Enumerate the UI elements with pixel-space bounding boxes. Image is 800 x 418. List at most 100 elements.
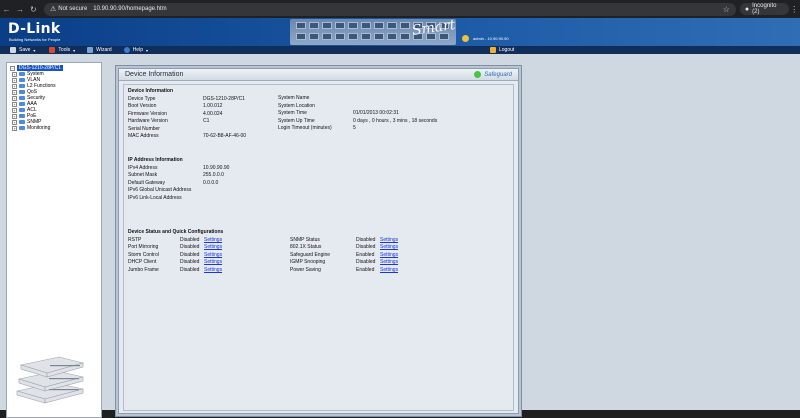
expand-icon[interactable]: + bbox=[12, 125, 17, 131]
bookmark-star-icon[interactable]: ☆ bbox=[723, 5, 730, 14]
tools-menu[interactable]: Tools ▾ bbox=[49, 47, 75, 53]
info-label: IPv6 Global Unicast Address bbox=[128, 187, 192, 194]
help-menu[interactable]: Help ▾ bbox=[123, 47, 148, 53]
user-info: admin - 10.90.90.90 bbox=[462, 35, 509, 42]
not-secure-label[interactable]: Not secure bbox=[58, 6, 87, 12]
info-value: 0 days , 0 hours , 3 mins , 18 seconds bbox=[353, 117, 438, 124]
info-label: Firmware Version bbox=[128, 110, 167, 117]
incognito-label: Incognito (2) bbox=[752, 3, 777, 15]
folder-icon bbox=[19, 114, 25, 118]
expand-icon[interactable]: + bbox=[12, 95, 17, 101]
status-row: Port Mirroring Disabled Settings bbox=[128, 244, 290, 252]
section-title: Device Status and Quick Configurations bbox=[128, 229, 224, 235]
status-state: Disabled bbox=[180, 251, 200, 258]
wizard-menu[interactable]: Wizard bbox=[87, 47, 112, 53]
status-left: RSTP Disabled Settings Port Mirroring Disabl… bbox=[128, 236, 290, 274]
switch-web-ui: D-Link Building Networks for People Smar… bbox=[0, 17, 800, 418]
info-label: System Name bbox=[278, 95, 310, 102]
port-icon bbox=[335, 22, 345, 29]
info-row: System Up Time 0 days , 0 hours , 3 mins … bbox=[278, 117, 443, 125]
status-label: Power Saving bbox=[290, 266, 321, 273]
status-state: Disabled bbox=[356, 259, 376, 266]
settings-link[interactable]: Settings bbox=[204, 237, 290, 243]
device-info-right: System Name System Location System Time 01/… bbox=[278, 95, 443, 133]
help-menu-label: Help bbox=[132, 47, 143, 53]
status-label: DHCP Client bbox=[128, 259, 157, 266]
port-icon bbox=[322, 33, 332, 40]
info-label: Subnet Mask bbox=[128, 172, 158, 179]
browser-menu-icon[interactable]: ⋮ bbox=[789, 5, 800, 14]
info-value: C1 bbox=[203, 118, 210, 125]
tree-node[interactable]: + Monitoring bbox=[10, 125, 101, 131]
folder-icon bbox=[19, 102, 25, 106]
info-value: 0.0.0.0 bbox=[203, 179, 219, 186]
info-label: IPv6 Link-Local Address bbox=[128, 194, 182, 201]
settings-link[interactable]: Settings bbox=[204, 259, 290, 265]
logout-button[interactable]: Logout bbox=[490, 47, 514, 53]
expand-icon[interactable]: + bbox=[12, 71, 17, 77]
port-icon bbox=[335, 33, 345, 40]
ip-info-section: IP Address Information IPv4 Address 10.90… bbox=[128, 157, 278, 202]
status-row: Storm Control Disabled Settings bbox=[128, 251, 290, 259]
info-value: 4.00.024 bbox=[203, 110, 223, 117]
settings-link[interactable]: Settings bbox=[204, 267, 290, 273]
expand-icon[interactable]: + bbox=[12, 77, 17, 83]
expand-icon[interactable]: + bbox=[12, 113, 17, 119]
safeguard-status-icon bbox=[474, 71, 482, 78]
expand-icon[interactable]: + bbox=[12, 83, 17, 89]
status-label: Port Mirroring bbox=[128, 244, 159, 251]
incognito-badge[interactable]: ● Incognito (2) bbox=[739, 3, 789, 15]
status-row: SNMP Status Disabled Settings bbox=[290, 236, 420, 244]
status-label: RSTP bbox=[128, 236, 142, 243]
expand-icon[interactable]: + bbox=[12, 119, 17, 125]
folder-icon bbox=[19, 90, 25, 94]
info-row: Serial Number bbox=[128, 125, 278, 133]
tools-icon bbox=[49, 47, 56, 53]
info-value: 10.90.90.90 bbox=[203, 164, 230, 171]
info-row: Boot Version 1.00.012 bbox=[128, 103, 278, 111]
save-menu[interactable]: Save ▾ bbox=[10, 47, 35, 53]
settings-link[interactable]: Settings bbox=[380, 252, 420, 258]
status-row: Power Saving Enabled Settings bbox=[290, 266, 420, 274]
info-value: 255.0.0.0 bbox=[203, 172, 224, 179]
warning-icon[interactable]: ⚠ bbox=[50, 5, 56, 13]
expand-icon[interactable]: + bbox=[12, 89, 17, 95]
info-value: DGS-1210-28P/C1 bbox=[203, 95, 245, 102]
info-label: Boot Version bbox=[128, 103, 157, 110]
info-row: Firmware Version 4.00.024 bbox=[128, 110, 278, 118]
tree-node-label[interactable]: Monitoring bbox=[27, 125, 50, 131]
info-label: Default Gateway bbox=[128, 179, 165, 186]
settings-link[interactable]: Settings bbox=[380, 267, 420, 273]
reload-icon[interactable]: ↻ bbox=[27, 5, 40, 14]
expand-icon[interactable]: + bbox=[12, 101, 17, 107]
port-icon bbox=[361, 33, 371, 40]
settings-link[interactable]: Settings bbox=[380, 259, 420, 265]
url-text[interactable]: 10.90.90.90/homepage.htm bbox=[93, 6, 166, 12]
forward-icon[interactable]: → bbox=[13, 5, 26, 14]
settings-link[interactable]: Settings bbox=[380, 244, 420, 250]
info-row: Default Gateway 0.0.0.0 bbox=[128, 179, 278, 187]
info-row: System Name bbox=[278, 95, 443, 103]
panel-title: Device Information bbox=[125, 71, 184, 78]
settings-link[interactable]: Settings bbox=[380, 237, 420, 243]
logout-label: Logout bbox=[499, 47, 515, 53]
info-label: System Time bbox=[278, 110, 307, 117]
wizard-menu-label: Wizard bbox=[96, 47, 112, 53]
back-icon[interactable]: ← bbox=[0, 5, 13, 14]
address-bar[interactable]: ⚠ Not secure 10.90.90.90/homepage.htm ☆ bbox=[43, 2, 736, 16]
info-row: Subnet Mask 255.0.0.0 bbox=[128, 172, 278, 180]
port-icon bbox=[374, 33, 384, 40]
settings-link[interactable]: Settings bbox=[204, 252, 290, 258]
status-right: SNMP Status Disabled Settings 802.1X Status… bbox=[290, 236, 420, 274]
port-icon bbox=[296, 33, 306, 40]
port-icon bbox=[348, 33, 358, 40]
status-label: Safeguard Engine bbox=[290, 251, 331, 258]
settings-link[interactable]: Settings bbox=[204, 244, 290, 250]
port-icon bbox=[400, 33, 410, 40]
help-icon bbox=[123, 47, 130, 53]
collapse-icon[interactable]: − bbox=[10, 65, 15, 71]
safeguard-indicator: Safeguard bbox=[474, 71, 512, 78]
expand-icon[interactable]: + bbox=[12, 107, 17, 113]
browser-toolbar: ← → ↻ ⚠ Not secure 10.90.90.90/homepage.… bbox=[0, 0, 800, 18]
info-row: System Time 01/01/2013 00:02:31 bbox=[278, 110, 443, 118]
